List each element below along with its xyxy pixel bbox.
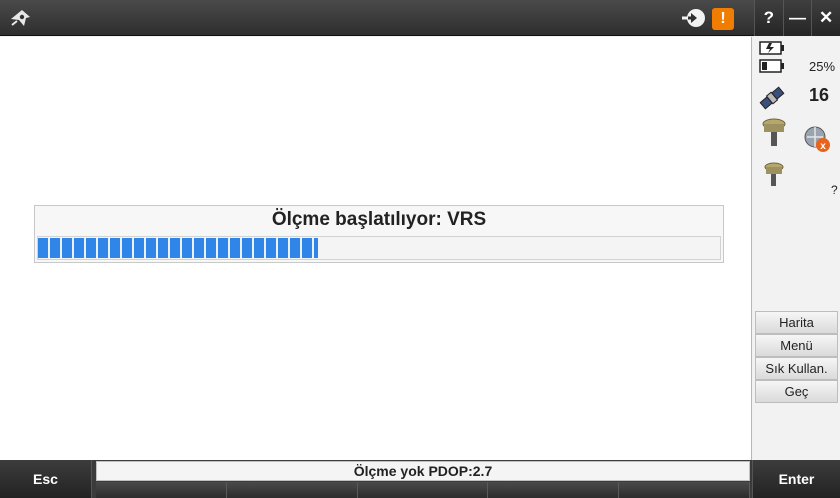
softkey-1[interactable] [96,482,227,498]
progress-bar [37,236,721,260]
map-button[interactable]: Harita [755,311,838,334]
esc-button[interactable]: Esc [0,460,92,498]
softkey-row [96,482,750,498]
satellite-icon[interactable] [757,81,787,120]
close-button[interactable]: ✕ [811,0,840,36]
satellite-count: 16 [809,85,830,105]
radio-link-icon[interactable]: x [801,123,833,160]
favorites-button[interactable]: Sık Kullan. [755,357,838,380]
enter-button[interactable]: Enter [752,460,840,498]
softkey-2[interactable] [226,482,358,498]
status-line: Ölçme yok PDOP:2.7 [96,461,750,481]
help-button[interactable]: ? [754,0,783,36]
switch-button[interactable]: Geç [755,380,838,403]
minimize-button[interactable]: — [782,0,812,36]
app-logo-icon[interactable] [8,6,34,30]
unknown-indicator: ? [831,183,838,197]
title-bar: ! ? — ✕ [0,0,840,36]
softkey-4[interactable] [488,482,620,498]
warning-icon[interactable]: ! [712,8,734,30]
app-window: ! ? — ✕ Ölçme başlatılıyor: VRS 25% 16 x… [0,0,840,498]
progress-fill [38,238,318,258]
power-icon[interactable] [759,41,785,60]
progress-title: Ölçme başlatılıyor: VRS [271,209,487,230]
status-panel: 25% 16 x ? Harita Menü Sık Kullan. Geç [753,37,840,460]
gnss-receiver-icon[interactable] [761,117,787,156]
softkey-5[interactable] [619,482,750,498]
gnss-receiver-icon[interactable] [763,161,785,196]
window-controls: ? — ✕ [754,0,840,36]
battery-label: 25% [809,59,836,74]
softkey-3[interactable] [357,482,489,498]
svg-text:x: x [820,141,826,152]
title-tools: ! [676,4,752,32]
main-content: Ölçme başlatılıyor: VRS [0,37,752,460]
login-icon[interactable] [676,4,712,32]
menu-button[interactable]: Menü [755,334,838,357]
progress-dialog: Ölçme başlatılıyor: VRS [34,205,724,263]
bottom-bar: Esc Ölçme yok PDOP:2.7 Enter [0,460,840,498]
battery-icon[interactable] [759,59,785,78]
